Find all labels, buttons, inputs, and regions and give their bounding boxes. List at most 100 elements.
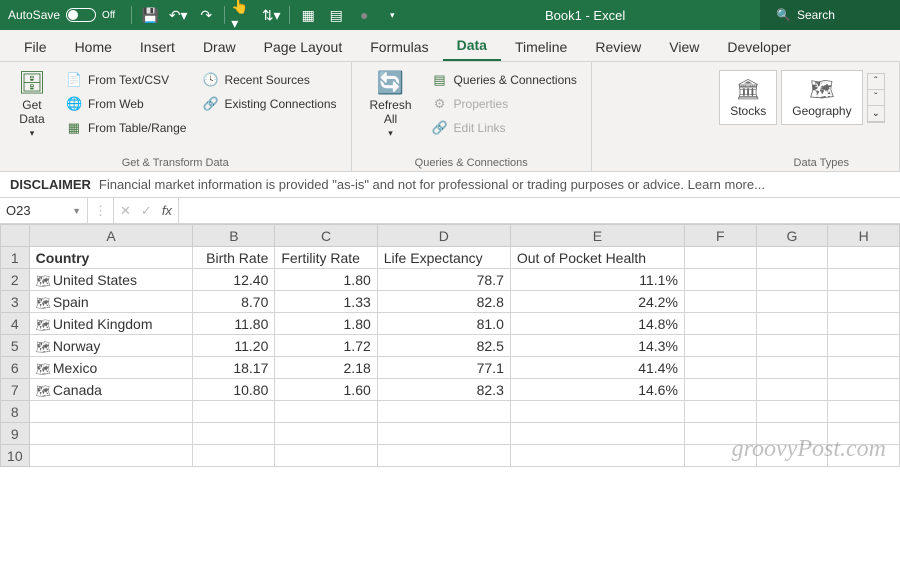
tab-file[interactable]: File — [10, 33, 61, 61]
cell-B1[interactable]: Birth Rate — [193, 247, 275, 269]
cell-A4[interactable]: 🗺United Kingdom — [29, 313, 193, 335]
column-header-D[interactable]: D — [377, 225, 510, 247]
cell-C3[interactable]: 1.33 — [275, 291, 377, 313]
cell-B3[interactable]: 8.70 — [193, 291, 275, 313]
tab-data[interactable]: Data — [443, 31, 501, 61]
row-header-3[interactable]: 3 — [1, 291, 30, 313]
column-header-E[interactable]: E — [510, 225, 684, 247]
cell-E6[interactable]: 41.4% — [510, 357, 684, 379]
group-label: Queries & Connections — [362, 155, 581, 169]
tab-review[interactable]: Review — [581, 33, 655, 61]
qat-more-icon[interactable]: ▾ — [380, 3, 404, 27]
name-box[interactable]: O23 ▼ — [0, 198, 88, 223]
cell-D1[interactable]: Life Expectancy — [377, 247, 510, 269]
cell-D6[interactable]: 77.1 — [377, 357, 510, 379]
group-label: Get & Transform Data — [10, 155, 341, 169]
queries-connections-button[interactable]: ▤Queries & Connections — [428, 70, 581, 90]
existing-connections-button[interactable]: 🔗Existing Connections — [198, 94, 340, 114]
select-all-corner[interactable] — [1, 225, 30, 247]
cell-A6[interactable]: 🗺Mexico — [29, 357, 193, 379]
cell-D7[interactable]: 82.3 — [377, 379, 510, 401]
geography-datatype-button[interactable]: 🗺 Geography — [781, 70, 862, 125]
row-header-4[interactable]: 4 — [1, 313, 30, 335]
column-header-H[interactable]: H — [828, 225, 900, 247]
spreadsheet-grid[interactable]: ABCDEFGH 1CountryBirth RateFertility Rate… — [0, 224, 900, 467]
cell-B2[interactable]: 12.40 — [193, 269, 275, 291]
from-web-button[interactable]: 🌐From Web — [62, 94, 191, 114]
column-header-B[interactable]: B — [193, 225, 275, 247]
cell-D3[interactable]: 82.8 — [377, 291, 510, 313]
cell-B5[interactable]: 11.20 — [193, 335, 275, 357]
cell-C2[interactable]: 1.80 — [275, 269, 377, 291]
row-header-1[interactable]: 1 — [1, 247, 30, 269]
tab-draw[interactable]: Draw — [189, 33, 250, 61]
cell-C6[interactable]: 2.18 — [275, 357, 377, 379]
options-icon[interactable]: ⋮ — [94, 203, 107, 219]
cell-A2[interactable]: 🗺United States — [29, 269, 193, 291]
touch-icon[interactable]: 👆▾ — [231, 3, 255, 27]
from-table-button[interactable]: ▦From Table/Range — [62, 118, 191, 138]
record-icon[interactable]: ● — [352, 3, 376, 27]
formula-input[interactable] — [179, 198, 900, 223]
cell-B7[interactable]: 10.80 — [193, 379, 275, 401]
row-header-6[interactable]: 6 — [1, 357, 30, 379]
row-header-10[interactable]: 10 — [1, 445, 30, 467]
save-icon[interactable]: 💾 — [138, 3, 162, 27]
row-header-5[interactable]: 5 — [1, 335, 30, 357]
tab-home[interactable]: Home — [61, 33, 126, 61]
tab-page-layout[interactable]: Page Layout — [250, 33, 357, 61]
row-header-9[interactable]: 9 — [1, 423, 30, 445]
window-icon[interactable]: ▤ — [324, 3, 348, 27]
autosave-toggle[interactable]: AutoSave Off — [0, 8, 123, 22]
disclaimer-text[interactable]: Financial market information is provided… — [99, 177, 765, 192]
cell-D2[interactable]: 78.7 — [377, 269, 510, 291]
ribbon-group-get-transform: 🗄 Get Data ▾ 📄From Text/CSV 🌐From Web ▦F… — [0, 62, 352, 171]
tab-timeline[interactable]: Timeline — [501, 33, 581, 61]
from-text-button[interactable]: 📄From Text/CSV — [62, 70, 191, 90]
stocks-datatype-button[interactable]: 🏛 Stocks — [719, 70, 777, 125]
get-data-button[interactable]: 🗄 Get Data ▾ — [10, 66, 54, 143]
tab-insert[interactable]: Insert — [126, 33, 189, 61]
row-header-7[interactable]: 7 — [1, 379, 30, 401]
disclaimer-bar: DISCLAIMER Financial market information … — [0, 172, 900, 198]
quick-access-toolbar: 💾 ↶▾ ↷ 👆▾ ⇅▾ ▦ ▤ ● ▾ — [123, 3, 410, 27]
cell-E1[interactable]: Out of Pocket Health — [510, 247, 684, 269]
tab-view[interactable]: View — [655, 33, 713, 61]
cell-D5[interactable]: 82.5 — [377, 335, 510, 357]
datatype-gallery-nav[interactable]: ˆ ˇ ⌄ — [867, 73, 885, 123]
cell-A7[interactable]: 🗺Canada — [29, 379, 193, 401]
cell-E4[interactable]: 14.8% — [510, 313, 684, 335]
cell-C1[interactable]: Fertility Rate — [275, 247, 377, 269]
cell-B6[interactable]: 18.17 — [193, 357, 275, 379]
cell-E3[interactable]: 24.2% — [510, 291, 684, 313]
cell-C4[interactable]: 1.80 — [275, 313, 377, 335]
redo-icon[interactable]: ↷ — [194, 3, 218, 27]
recent-sources-button[interactable]: 🕓Recent Sources — [198, 70, 340, 90]
column-header-A[interactable]: A — [29, 225, 193, 247]
column-header-C[interactable]: C — [275, 225, 377, 247]
expand-icon: ⌄ — [868, 106, 884, 122]
cell-D4[interactable]: 81.0 — [377, 313, 510, 335]
fx-icon[interactable]: fx — [162, 203, 172, 218]
cell-E7[interactable]: 14.6% — [510, 379, 684, 401]
tab-developer[interactable]: Developer — [713, 33, 805, 61]
cell-E5[interactable]: 14.3% — [510, 335, 684, 357]
chevron-down-icon[interactable]: ▼ — [72, 206, 81, 216]
search-box[interactable]: 🔍 Search — [760, 0, 900, 30]
column-header-F[interactable]: F — [684, 225, 756, 247]
undo-icon[interactable]: ↶▾ — [166, 3, 190, 27]
cell-A1[interactable]: Country — [29, 247, 193, 269]
sort-icon[interactable]: ⇅▾ — [259, 3, 283, 27]
cell-E2[interactable]: 11.1% — [510, 269, 684, 291]
row-header-8[interactable]: 8 — [1, 401, 30, 423]
form-icon[interactable]: ▦ — [296, 3, 320, 27]
cell-C5[interactable]: 1.72 — [275, 335, 377, 357]
cell-C7[interactable]: 1.60 — [275, 379, 377, 401]
column-header-G[interactable]: G — [756, 225, 828, 247]
cell-B4[interactable]: 11.80 — [193, 313, 275, 335]
cell-A5[interactable]: 🗺Norway — [29, 335, 193, 357]
tab-formulas[interactable]: Formulas — [356, 33, 442, 61]
refresh-all-button[interactable]: 🔄 Refresh All ▾ — [362, 66, 420, 143]
cell-A3[interactable]: 🗺Spain — [29, 291, 193, 313]
row-header-2[interactable]: 2 — [1, 269, 30, 291]
